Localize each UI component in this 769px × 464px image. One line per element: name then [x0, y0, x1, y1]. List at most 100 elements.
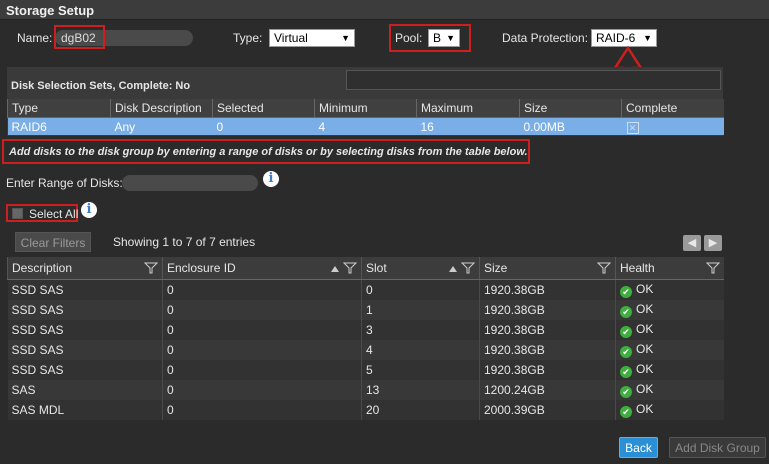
disk-row[interactable]: SSD SAS 0 4 1920.38GB ✔ OK [7, 340, 724, 360]
cell-description: SAS [7, 380, 163, 400]
health-text: OK [636, 282, 654, 296]
cell-description: SSD SAS [7, 279, 163, 300]
name-label: Name: [17, 31, 53, 45]
check-circle-icon: ✔ [620, 306, 632, 318]
clear-filters-button[interactable]: Clear Filters [15, 232, 91, 252]
col-size[interactable]: Size [519, 99, 622, 118]
health-text: OK [636, 362, 654, 376]
cell-size: 1920.38GB [479, 340, 616, 360]
add-disk-group-button[interactable]: Add Disk Group [669, 437, 766, 458]
dropdown-arrow-icon: ▼ [341, 33, 350, 43]
cell-enclosure: 0 [162, 360, 362, 380]
type-select[interactable]: Virtual ▼ [269, 29, 355, 47]
col-description[interactable]: Description [7, 257, 163, 280]
cell-minimum: 4 [314, 117, 417, 135]
cell-enclosure: 0 [162, 380, 362, 400]
cell-size: 1920.38GB [479, 320, 616, 340]
health-text: OK [636, 402, 654, 416]
cell-health: ✔ OK [615, 320, 724, 340]
cell-enclosure: 0 [162, 400, 362, 420]
sort-asc-icon[interactable] [331, 266, 339, 272]
col-type[interactable]: Type [7, 99, 111, 118]
check-circle-icon: ✔ [620, 286, 632, 298]
cell-description: SSD SAS [7, 320, 163, 340]
check-circle-icon: ✔ [620, 366, 632, 378]
data-protection-label: Data Protection: [502, 31, 589, 45]
cell-description: SAS MDL [7, 400, 163, 420]
cell-health: ✔ OK [615, 279, 724, 300]
col-enclosure-id[interactable]: Enclosure ID [162, 257, 362, 280]
name-highlight [54, 25, 105, 49]
arrow-left-icon[interactable]: ◀ [683, 235, 701, 251]
range-label: Enter Range of Disks: [6, 176, 123, 190]
pool-highlight [389, 24, 471, 52]
select-all-checkbox[interactable] [12, 208, 23, 219]
cell-enclosure: 0 [162, 279, 362, 300]
health-text: OK [636, 302, 654, 316]
col-slot-label: Slot [366, 261, 387, 275]
cell-health: ✔ OK [615, 360, 724, 380]
health-text: OK [636, 382, 654, 396]
col-disk-description[interactable]: Disk Description [110, 99, 213, 118]
col-maximum[interactable]: Maximum [416, 99, 520, 118]
col-minimum[interactable]: Minimum [314, 99, 417, 118]
cell-description: SSD SAS [7, 340, 163, 360]
disk-set-row[interactable]: RAID6 Any 0 4 16 0.00MB ✕ [7, 117, 724, 135]
sort-asc-icon[interactable] [449, 266, 457, 272]
data-protection-select[interactable]: RAID-6 ▼ [591, 29, 657, 47]
check-circle-icon: ✔ [620, 386, 632, 398]
arrow-right-icon[interactable]: ▶ [704, 235, 722, 251]
cell-type: RAID6 [7, 117, 111, 135]
check-circle-icon: ✔ [620, 406, 632, 418]
cell-health: ✔ OK [615, 400, 724, 420]
disk-selection-sets-panel: Disk Selection Sets, Complete: No Type D… [7, 67, 724, 136]
cell-size: 1920.38GB [479, 279, 616, 300]
cell-health: ✔ OK [615, 300, 724, 320]
filter-icon[interactable] [343, 262, 357, 274]
cell-complete: ✕ [621, 117, 724, 135]
col-selected[interactable]: Selected [212, 99, 315, 118]
cell-slot: 0 [361, 279, 480, 300]
cell-size: 0.00MB [519, 117, 622, 135]
disk-row[interactable]: SSD SAS 0 3 1920.38GB ✔ OK [7, 320, 724, 340]
disk-row[interactable]: SSD SAS 0 5 1920.38GB ✔ OK [7, 360, 724, 380]
cell-slot: 1 [361, 300, 480, 320]
select-all-label[interactable]: Select All [29, 207, 78, 221]
cell-enclosure: 0 [162, 300, 362, 320]
disk-row[interactable]: SAS 0 13 1200.24GB ✔ OK [7, 380, 724, 400]
cell-slot: 4 [361, 340, 480, 360]
disk-sets-search-input[interactable] [346, 70, 721, 90]
check-circle-icon: ✔ [620, 326, 632, 338]
filter-icon[interactable] [705, 262, 720, 274]
info-icon[interactable]: i [263, 171, 279, 187]
col-size[interactable]: Size [479, 257, 616, 280]
cell-size: 1200.24GB [479, 380, 616, 400]
cell-maximum: 16 [416, 117, 520, 135]
cell-slot: 3 [361, 320, 480, 340]
col-health[interactable]: Health [615, 257, 724, 280]
disk-selection-sets-title: Disk Selection Sets, Complete: No [11, 80, 191, 92]
back-button[interactable]: Back [619, 437, 658, 458]
disk-row[interactable]: SSD SAS 0 1 1920.38GB ✔ OK [7, 300, 724, 320]
filter-icon[interactable] [597, 262, 611, 274]
dropdown-arrow-icon: ▼ [643, 33, 652, 43]
disk-row[interactable]: SAS MDL 0 20 2000.39GB ✔ OK [7, 400, 724, 420]
col-size-label: Size [484, 261, 508, 275]
cell-health: ✔ OK [615, 340, 724, 360]
cell-enclosure: 0 [162, 320, 362, 340]
cell-health: ✔ OK [615, 380, 724, 400]
filter-icon[interactable] [144, 262, 158, 274]
disk-row[interactable]: SSD SAS 0 0 1920.38GB ✔ OK [7, 279, 724, 300]
title-bar: Storage Setup [0, 0, 769, 20]
type-label: Type: [233, 31, 263, 45]
col-description-label: Description [12, 261, 73, 275]
cell-size: 2000.39GB [479, 400, 616, 420]
range-input[interactable] [122, 175, 258, 191]
info-icon[interactable]: i [81, 202, 97, 218]
type-value: Virtual [274, 31, 308, 45]
disks-table: Description Enclosure ID Slot Size Healt… [7, 257, 724, 420]
cell-size: 1920.38GB [479, 360, 616, 380]
col-slot[interactable]: Slot [361, 257, 480, 280]
filter-icon[interactable] [461, 262, 475, 274]
col-complete[interactable]: Complete [621, 99, 724, 118]
